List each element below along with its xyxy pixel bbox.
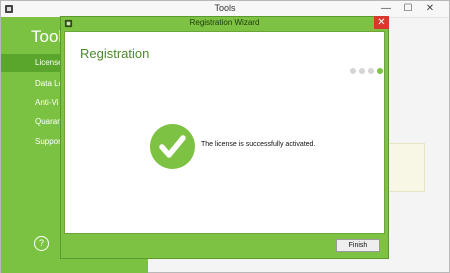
dialog-title-bar: Registration Wizard ✕ [61, 16, 389, 31]
sidebar-title: Tool [31, 27, 63, 46]
check-icon [150, 124, 195, 169]
step-indicator-1 [350, 68, 356, 74]
dialog-heading: Registration [80, 46, 150, 61]
finish-button[interactable]: Finish [336, 239, 380, 252]
dialog-close-button[interactable]: ✕ [374, 16, 389, 29]
maximize-button[interactable]: ☐ [399, 2, 417, 16]
help-icon[interactable]: ? [34, 236, 49, 251]
dialog-title: Registration Wizard [189, 18, 260, 27]
dialog-footer: Finish [64, 233, 385, 256]
step-indicator-2 [359, 68, 365, 74]
minimize-button[interactable]: — [377, 2, 395, 16]
registration-wizard-dialog: Registration Wizard ✕ Registration The l… [60, 16, 389, 259]
dialog-content: Registration The license is successfully… [64, 31, 385, 250]
activation-message: The license is successfully activated. [201, 141, 316, 148]
step-indicator-3 [368, 68, 374, 74]
step-indicator-4 [377, 68, 383, 74]
close-window-button[interactable]: ✕ [421, 2, 439, 16]
